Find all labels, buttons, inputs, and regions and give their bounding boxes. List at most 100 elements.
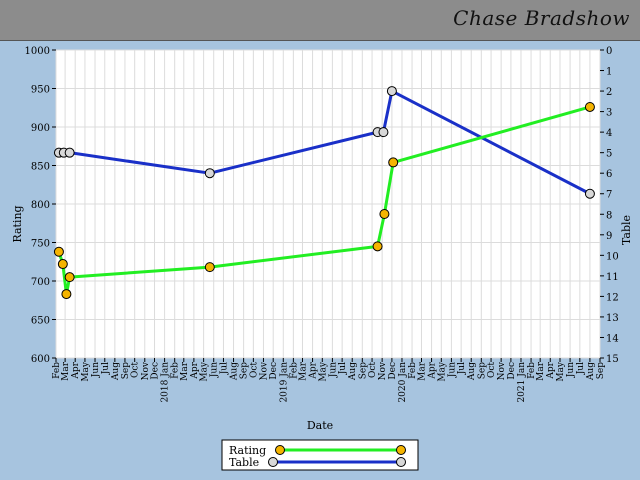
x-tick-label: Apr (190, 361, 200, 379)
x-tick-label: Apr (546, 361, 556, 379)
right-tick-label: 11 (606, 272, 619, 283)
legend-label-table: Table (229, 456, 259, 469)
x-axis-title: Date (307, 419, 333, 432)
data-point-rating (64, 272, 75, 283)
right-tick-label: 2 (606, 87, 612, 98)
x-tick-label: Aug (230, 362, 240, 381)
right-tick-label: 8 (606, 210, 612, 221)
data-point-rating (372, 241, 383, 252)
x-tick-label: Jul (219, 362, 229, 375)
right-tick-label: 9 (606, 231, 612, 242)
x-tick-label: Nov (141, 361, 151, 380)
data-point-rating (53, 246, 64, 257)
x-tick-label: May (556, 361, 566, 382)
x-tick-label: Aug (467, 362, 477, 381)
x-tick-label: 2021 Jan (517, 362, 527, 403)
x-axis: Feb Mar Apr May Jun Jul Aug Sep Oct Nov Dec 2018 Ja… (52, 358, 606, 403)
x-tick-label: Mar (417, 361, 427, 381)
left-tick-label: 1000 (25, 46, 50, 57)
x-tick-label: Apr (71, 361, 81, 379)
x-tick-label: Jun (447, 362, 457, 378)
left-tick-label: 600 (31, 354, 50, 365)
rating-table-chart: 6006507007508008509009501000 01234567891… (11, 46, 633, 471)
legend-marker-table-start (268, 457, 278, 467)
x-tick-label: 2018 Jan (161, 362, 171, 403)
x-tick-label: Apr (309, 361, 319, 379)
x-tick-label: Nov (378, 361, 388, 380)
x-tick-label: Oct (487, 362, 497, 378)
right-tick-label: 4 (606, 128, 612, 139)
data-point-rating (388, 157, 399, 168)
right-tick-label: 7 (606, 190, 612, 201)
right-tick-label: 10 (606, 251, 619, 262)
right-tick-label: 5 (606, 149, 612, 160)
right-tick-label: 14 (606, 333, 619, 344)
right-tick-label: 1 (606, 67, 612, 78)
data-point-rating (584, 101, 595, 112)
x-tick-label: 2019 Jan (279, 362, 289, 403)
right-axis-title: Table (620, 215, 633, 245)
x-tick-label: Jun (328, 362, 338, 378)
right-axis: 0123456789101112131415 (600, 46, 619, 365)
data-point-table (378, 127, 389, 138)
left-tick-label: 950 (31, 85, 50, 96)
x-tick-label: Aug (111, 362, 121, 381)
data-point-rating (204, 262, 215, 273)
x-tick-label: Mar (298, 361, 308, 381)
x-tick-label: Oct (368, 362, 378, 378)
left-tick-label: 850 (31, 162, 50, 173)
right-tick-label: 3 (606, 108, 612, 119)
x-tick-label: Dec (388, 362, 398, 380)
x-tick-label: Jul (338, 362, 348, 375)
x-tick-label: Jun (210, 362, 220, 378)
x-tick-label: Jun (566, 362, 576, 378)
x-tick-label: May (318, 361, 328, 382)
x-tick-label: Apr (428, 361, 438, 379)
right-tick-label: 12 (606, 292, 619, 303)
x-tick-label: Sep (121, 362, 131, 379)
x-tick-label: Dec (269, 362, 279, 380)
x-tick-label: Oct (249, 362, 259, 378)
x-tick-label: Sep (240, 362, 250, 379)
x-tick-label: Mar (536, 361, 546, 381)
left-tick-label: 900 (31, 123, 50, 134)
x-tick-label: Dec (507, 362, 517, 380)
right-tick-label: 13 (606, 313, 619, 324)
x-tick-label: Aug (586, 362, 596, 381)
legend: Rating Table (221, 439, 419, 471)
legend-marker-table-end (396, 457, 406, 467)
x-tick-label: Nov (497, 361, 507, 380)
x-tick-label: May (437, 361, 447, 382)
left-tick-label: 750 (31, 239, 50, 250)
x-tick-label: 2020 Jan (398, 362, 408, 403)
left-axis: 600 650 700 750 800 850 900 950 1000 (25, 46, 56, 365)
legend-marker-rating-end (396, 445, 406, 455)
x-tick-label: Mar (61, 361, 71, 381)
x-tick-label: Sep (358, 362, 368, 379)
x-tick-label: Aug (348, 362, 358, 381)
left-tick-label: 800 (31, 200, 50, 211)
legend-marker-rating-start (275, 445, 285, 455)
x-tick-label: Nov (259, 361, 269, 380)
x-tick-label: May (81, 361, 91, 382)
x-tick-label: Jul (101, 362, 111, 375)
left-axis-title: Rating (11, 205, 24, 242)
x-tick-label: Sep (596, 362, 606, 379)
right-tick-label: 0 (606, 46, 612, 57)
left-tick-label: 650 (31, 316, 50, 327)
x-tick-label: Dec (151, 362, 161, 380)
data-point-rating (379, 209, 390, 220)
data-point-table (204, 168, 215, 179)
x-tick-label: Sep (477, 362, 487, 379)
x-tick-label: Oct (131, 362, 141, 378)
x-tick-label: Jul (457, 362, 467, 375)
x-tick-label: Jul (576, 362, 586, 375)
data-point-rating (57, 259, 68, 270)
data-point-table (584, 188, 595, 199)
x-tick-label: May (200, 361, 210, 382)
left-tick-label: 700 (31, 277, 50, 288)
right-tick-label: 15 (606, 354, 619, 365)
x-tick-label: Jun (91, 362, 101, 378)
data-point-table (64, 147, 75, 158)
data-point-table (386, 86, 397, 97)
